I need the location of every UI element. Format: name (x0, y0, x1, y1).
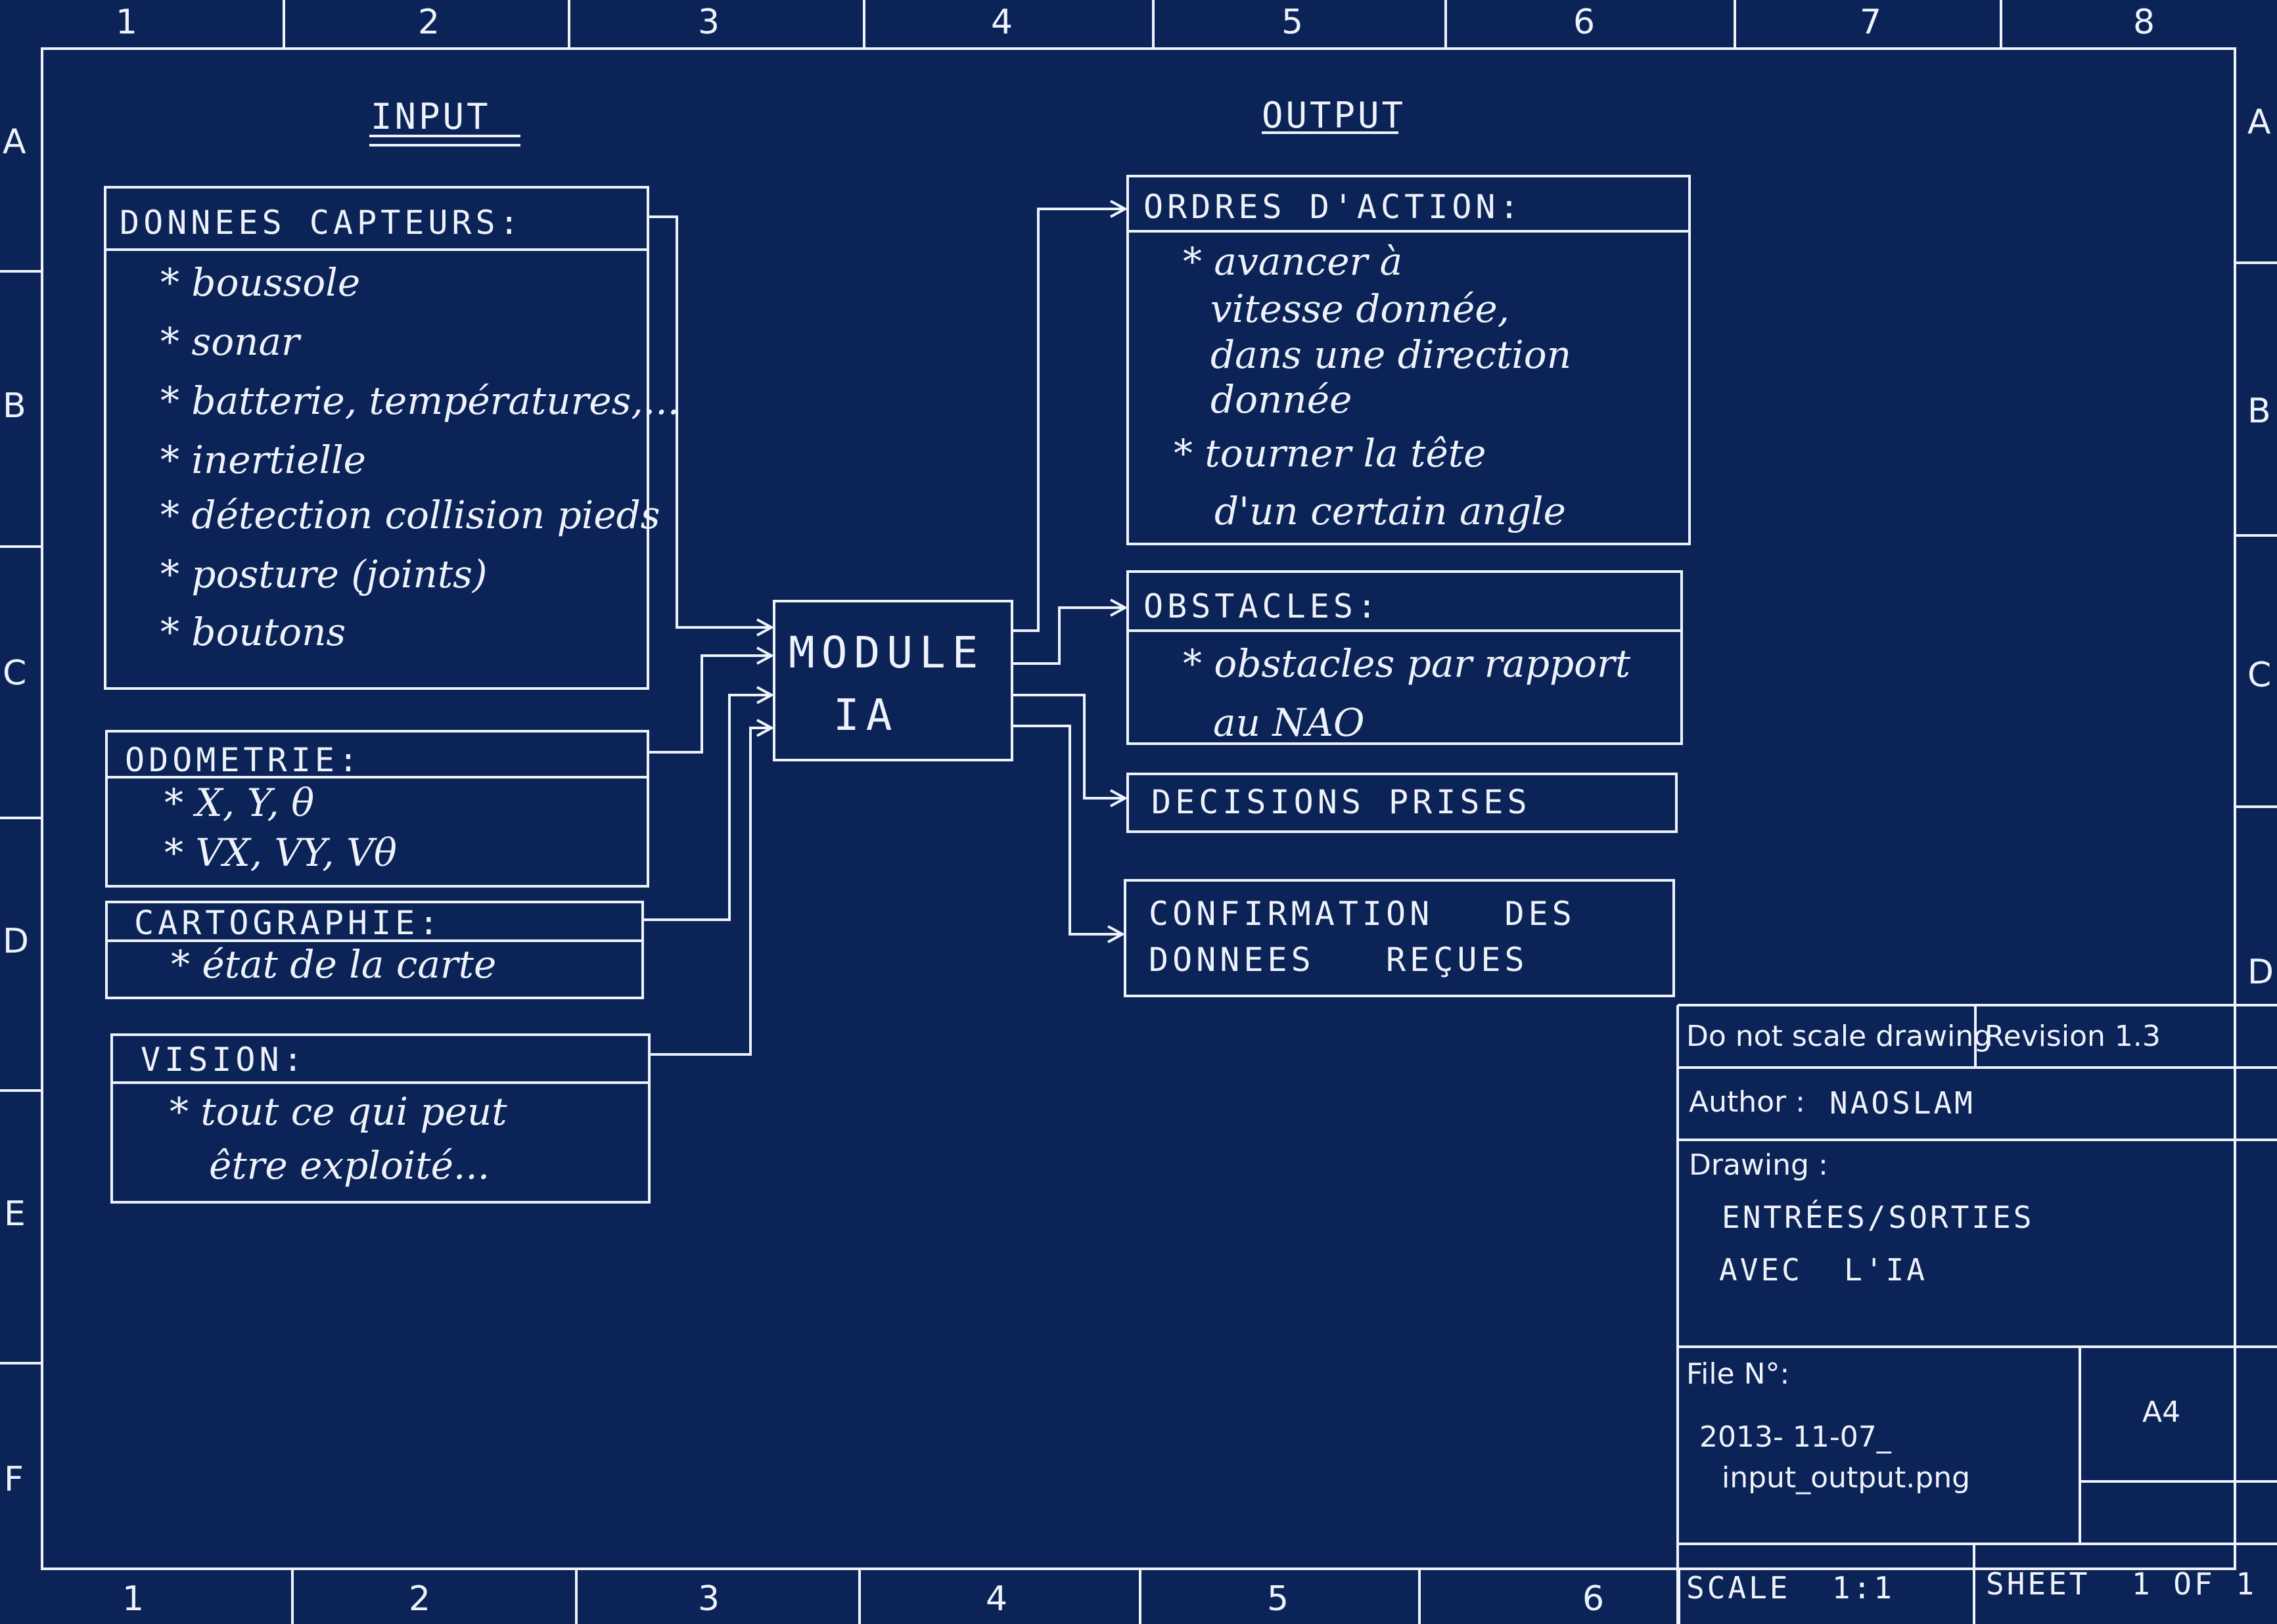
capteurs-item: * batterie, températures,... (160, 378, 680, 423)
ordres-item: dans une direction (1210, 332, 1572, 377)
obstacles-title: OBSTACLES: (1143, 587, 1381, 625)
grid-col-top-2: 2 (418, 3, 440, 42)
grid-col-top-7: 7 (1860, 3, 1882, 42)
ordres-item: d'un certain angle (1214, 489, 1566, 533)
grid-row-left-a: A (3, 122, 26, 162)
grid-col-bottom-4: 4 (986, 1579, 1008, 1619)
capteurs-item: * détection collision pieds (160, 493, 660, 537)
capteurs-item: * boutons (160, 610, 346, 654)
odometrie-item: * X, Y, θ (164, 780, 315, 825)
drawing-line2: AVEC L'IA (1719, 1252, 1927, 1288)
grid-col-top-4: 4 (991, 3, 1013, 42)
drawing-label: Drawing : (1689, 1148, 1828, 1182)
capteurs-item: * posture (joints) (160, 552, 488, 597)
file-line2: input_output.png (1722, 1461, 1971, 1495)
cartographie-title: CARTOGRAPHIE: (134, 904, 443, 942)
grid-col-bottom-2: 2 (409, 1579, 431, 1619)
file-label: File N°: (1686, 1357, 1790, 1391)
grid-row-right-b: B (2247, 392, 2271, 431)
grid-row-left-c: C (3, 654, 27, 693)
module-label-line1: MODULE (789, 627, 985, 678)
output-heading: OUTPUT (1262, 95, 1406, 136)
author-value: NAOSLAM (1829, 1085, 1975, 1121)
grid-row-left-e: E (4, 1194, 26, 1234)
ordres-title: ORDRES D'ACTION: (1143, 188, 1523, 226)
grid-col-top-5: 5 (1281, 3, 1304, 42)
input-heading: INPUT (371, 96, 491, 137)
grid-row-right-a: A (2247, 102, 2271, 142)
grid-row-right-c: C (2247, 656, 2272, 695)
grid-row-left-d: D (3, 922, 30, 961)
grid-row-left-f: F (4, 1460, 24, 1499)
vision-title: VISION: (141, 1041, 307, 1079)
confirmation-line2: DONNEES REÇUES (1149, 941, 1529, 979)
vision-item: être exploité... (209, 1143, 490, 1188)
vision-item: * tout ce qui peut (170, 1089, 507, 1134)
grid-col-top-3: 3 (698, 3, 720, 42)
confirmation-line1: CONFIRMATION DES (1149, 895, 1576, 933)
grid-row-left-b: B (3, 386, 26, 426)
ordres-item: vitesse donnée, (1210, 286, 1510, 331)
obstacles-item: * obstacles par rapport (1183, 641, 1631, 686)
capteurs-item: * inertielle (160, 438, 366, 482)
sheet-number: SHEET 1 OF 1 (1986, 1566, 2257, 1602)
sheet-size: A4 (2142, 1395, 2181, 1429)
ordres-item: donnée (1210, 377, 1352, 422)
capteurs-item: * boussole (160, 260, 361, 305)
grid-col-bottom-3: 3 (698, 1579, 720, 1619)
grid-col-top-1: 1 (116, 3, 138, 42)
grid-col-top-8: 8 (2133, 3, 2155, 42)
drawing-line1: ENTRÉES/SORTIES (1722, 1200, 2035, 1235)
module-label-line2: IA (833, 690, 899, 740)
no-scale-note: Do not scale drawing (1686, 1020, 1992, 1053)
cartographie-item: * état de la carte (171, 942, 497, 987)
capteurs-item: * sonar (160, 319, 300, 364)
odometrie-item: * VX, VY, Vθ (164, 830, 397, 875)
capteurs-title: DONNEES CAPTEURS: (120, 204, 523, 242)
odometrie-title: ODOMETRIE: (125, 741, 363, 779)
grid-col-top-6: 6 (1573, 3, 1596, 42)
obstacles-item: au NAO (1213, 700, 1365, 745)
ordres-item: * avancer à (1183, 239, 1403, 284)
grid-col-bottom-6: 6 (1582, 1579, 1605, 1619)
grid-col-bottom-5: 5 (1267, 1579, 1289, 1619)
scale-label: SCALE 1:1 (1686, 1570, 1895, 1606)
author-label: Author : (1689, 1085, 1805, 1119)
blueprint-frame (0, 0, 2277, 1624)
revision-label: Revision 1.3 (1985, 1020, 2161, 1053)
file-line1: 2013- 11-07_ (1699, 1420, 1891, 1454)
ordres-item: * tourner la tête (1174, 431, 1486, 476)
decisions-title: DECISIONS PRISES (1151, 783, 1531, 821)
grid-col-bottom-1: 1 (122, 1579, 145, 1619)
grid-row-right-d: D (2247, 953, 2274, 992)
